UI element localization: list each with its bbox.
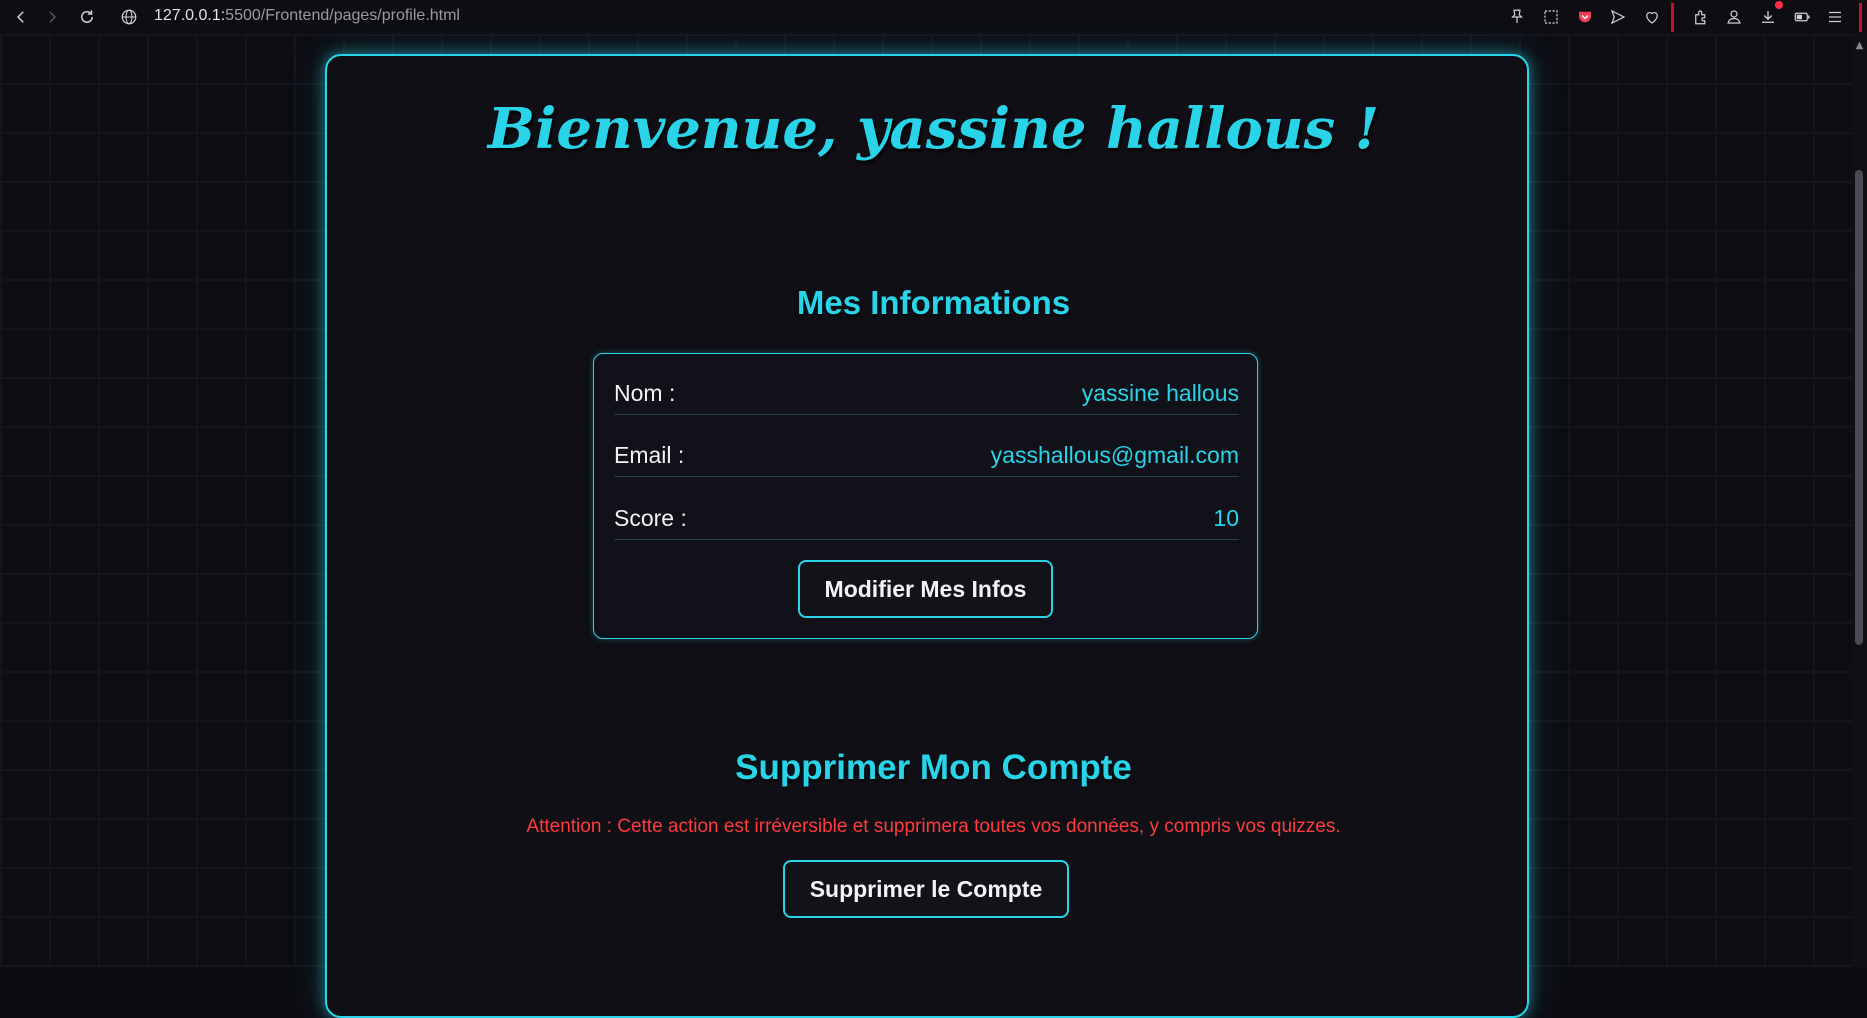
info-value: yasshallous@gmail.com [990,441,1239,468]
delete-account-button[interactable]: Supprimer le Compte [783,860,1069,918]
notification-dot [1775,1,1783,9]
delete-section-title: Supprimer Mon Compte [735,748,1132,787]
info-label: Nom : [614,379,676,406]
send-icon[interactable] [1606,5,1630,29]
pocket-icon[interactable] [1573,5,1597,29]
scroll-up-icon[interactable]: ▲ [1853,40,1866,52]
extensions-icon[interactable] [1689,5,1713,29]
forward-icon[interactable] [40,5,64,29]
info-label: Score : [614,504,687,531]
info-row-score: Score : 10 [614,497,1239,540]
url-host: 127.0.0.1: [154,7,226,24]
address-bar[interactable]: 127.0.0.1:5500/Frontend/pages/profile.ht… [154,7,460,25]
toolbar-divider-right [1859,3,1862,32]
account-icon[interactable] [1722,5,1746,29]
menu-icon[interactable] [1823,5,1847,29]
back-icon[interactable] [9,5,33,29]
delete-warning-text: Attention : Cette action est irréversibl… [526,816,1341,837]
battery-icon[interactable] [1790,5,1814,29]
globe-icon [117,5,141,29]
info-value: 10 [1213,504,1239,531]
info-label: Email : [614,441,685,468]
scrollbar-thumb[interactable] [1855,170,1863,645]
modify-info-button[interactable]: Modifier Mes Infos [798,560,1053,618]
pin-icon[interactable] [1505,5,1529,29]
heart-icon[interactable] [1640,5,1664,29]
reload-icon[interactable] [75,5,99,29]
info-section-title: Mes Informations [796,284,1071,321]
info-row-name: Nom : yassine hallous [614,372,1239,415]
info-row-email: Email : yasshallous@gmail.com [614,434,1239,477]
browser-toolbar: 127.0.0.1:5500/Frontend/pages/profile.ht… [0,0,1867,34]
toolbar-divider [1671,3,1674,32]
screenshot-icon[interactable] [1539,5,1563,29]
welcome-heading: Bienvenue, yassine hallous ! [487,96,1380,162]
info-value: yassine hallous [1081,379,1239,406]
url-path: 5500/Frontend/pages/profile.html [225,7,460,24]
